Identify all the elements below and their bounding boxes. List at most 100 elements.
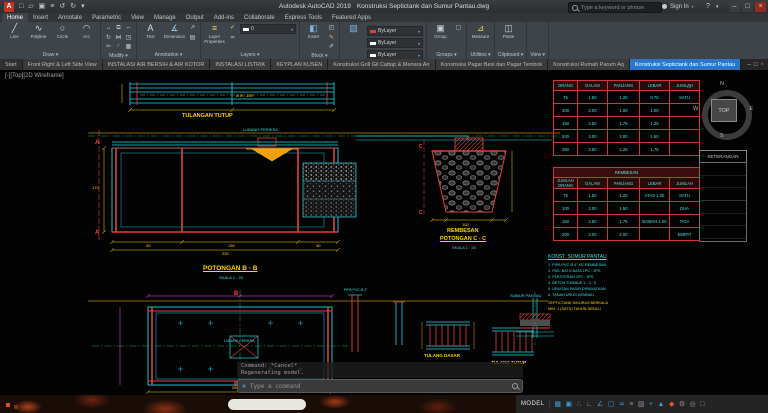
file-tab-keyplan-kusen[interactable]: KEYPLAN KUSEN: [271, 59, 328, 70]
file-tab-konstruksi-pagar-besi-dan-pagar-tembok[interactable]: Konstruksi Pagar Besi dan Pagar Tembok: [436, 59, 549, 70]
panel-label-clipboard[interactable]: Clipboard ▾: [498, 51, 523, 59]
tool-trim-icon[interactable]: ✂: [104, 43, 113, 52]
tool-match-properties[interactable]: ▧: [343, 23, 364, 34]
status-polar-icon[interactable]: ∠: [597, 401, 603, 408]
panel-label-annotation[interactable]: Annotation ▾: [140, 51, 197, 59]
status-lineweight-icon[interactable]: ≡: [629, 401, 633, 408]
panel-label-utilities[interactable]: Utilities ▾: [470, 51, 491, 59]
status-infer-icon[interactable]: ∴: [577, 401, 581, 408]
file-tab-instalasi-listrik[interactable]: INSTALASI LISTRIK: [210, 59, 271, 70]
status-annotation-icon[interactable]: ▲: [658, 401, 665, 408]
tool-text[interactable]: AText: [140, 23, 161, 39]
app-logo-icon[interactable]: A: [4, 2, 14, 12]
save-icon[interactable]: ▣: [39, 3, 46, 10]
tool-line[interactable]: ╱Line: [4, 23, 25, 39]
file-tab-front-right-left-side-view[interactable]: Front Right & Left Side View: [23, 59, 103, 70]
undo-icon[interactable]: ↺: [59, 3, 65, 10]
panel-label-block[interactable]: Block ▾: [303, 52, 336, 60]
ribbon-tab-express-tools[interactable]: Express Tools: [280, 13, 327, 22]
view-cube[interactable]: ⌂ TOP N S W E: [696, 82, 752, 138]
tool-leader-icon[interactable]: ↗: [188, 24, 197, 33]
open-file-icon[interactable]: ▱: [28, 3, 33, 10]
new-file-icon[interactable]: □: [19, 3, 23, 10]
tool-match-layer-icon[interactable]: ≍: [228, 34, 237, 43]
ribbon-tab-collaborate[interactable]: Collaborate: [239, 13, 280, 22]
tool-copy-icon[interactable]: ⧉: [114, 24, 123, 33]
minimize-button[interactable]: –: [729, 2, 740, 12]
ribbon-tab-manage[interactable]: Manage: [149, 13, 181, 22]
status-clean-screen-icon[interactable]: □: [700, 401, 704, 408]
panel-label-modify[interactable]: Modify ▾: [104, 52, 133, 60]
redo-icon[interactable]: ↻: [70, 3, 76, 10]
compass-south[interactable]: S: [720, 133, 724, 139]
status-osnap-icon[interactable]: ▢: [608, 401, 615, 408]
ribbon-tab-annotate[interactable]: Annotate: [53, 13, 87, 22]
file-tab-konstruksi-rumah-parum-aq[interactable]: Konstruksi Rumah Parum Aq: [548, 59, 630, 70]
drawing-close-icon[interactable]: ×: [760, 62, 764, 68]
apps-dropdown-icon[interactable]: ▾: [716, 4, 719, 10]
property-dropdown-2[interactable]: ByLayer▾: [367, 50, 423, 59]
tool-group[interactable]: ▣Group: [430, 23, 451, 39]
ribbon-tab-parametric[interactable]: Parametric: [87, 13, 126, 22]
tool-table-icon[interactable]: ▤: [188, 34, 197, 43]
compass-north[interactable]: N: [720, 81, 724, 87]
tool-move-icon[interactable]: ↔: [104, 24, 113, 33]
status-hardware-icon[interactable]: ◆: [669, 401, 674, 408]
property-dropdown-1[interactable]: ByLayer▾: [367, 38, 423, 48]
ribbon-tab-view[interactable]: View: [126, 13, 149, 22]
tool-make-current-icon[interactable]: ✔: [228, 24, 237, 33]
viewcube-top-face[interactable]: TOP: [711, 99, 737, 122]
tool-edit-attributes-icon[interactable]: ✐: [327, 43, 336, 52]
drawing-restore-icon[interactable]: □: [754, 62, 758, 68]
file-tab-konstruksi-grill-gil-cattap-menara-air[interactable]: Konstruksi Grill Gil Cattap & Menara Air: [328, 59, 435, 70]
drawing-minimize-icon[interactable]: –: [748, 62, 751, 68]
command-input[interactable]: » Type a command: [237, 379, 523, 393]
property-dropdown-0[interactable]: ByLayer▾: [367, 26, 423, 36]
tool-fillet-icon[interactable]: ◜: [114, 43, 123, 52]
file-tab-konstruksi-septictank-dan-sumur-pantau[interactable]: Konstruksi Septictank dan Sumur Pantau: [630, 59, 741, 70]
help-icon[interactable]: ?: [706, 3, 710, 10]
tool-measure[interactable]: ⊿Measure: [470, 23, 491, 39]
status-grid-icon[interactable]: ▦: [554, 401, 561, 408]
tool-dimension[interactable]: ∡Dimension: [164, 23, 185, 39]
tool-arc[interactable]: ◠Arc: [76, 23, 97, 39]
home-icon[interactable]: ⌂: [687, 83, 691, 90]
tool-mirror-icon[interactable]: ⋈: [114, 34, 123, 43]
panel-label-groups[interactable]: Groups ▾: [430, 51, 463, 59]
restore-button[interactable]: □: [742, 2, 753, 12]
layer-dropdown[interactable]: 0▾: [240, 24, 296, 34]
status-ortho-icon[interactable]: ∟: [586, 401, 593, 408]
tool-scale-icon[interactable]: ◳: [124, 34, 133, 43]
status-otrack-icon[interactable]: ≍: [619, 401, 625, 408]
close-button[interactable]: ×: [755, 2, 766, 12]
status-transparency-icon[interactable]: ▨: [638, 401, 645, 408]
tool-rotate-icon[interactable]: ↻: [104, 34, 113, 43]
status-dynamic-input-icon[interactable]: +: [649, 401, 653, 408]
help-search-input[interactable]: Type a keyword or phrase: [568, 2, 662, 13]
panel-label-view[interactable]: View ▾: [530, 51, 545, 59]
tool-paste[interactable]: ◫Paste: [498, 23, 519, 39]
ribbon-tab-home[interactable]: Home: [2, 13, 28, 22]
model-space-canvas[interactable]: [-][Top][2D Wireframe]: [0, 70, 768, 395]
plot-icon[interactable]: ≡: [50, 3, 54, 10]
tool-polyline[interactable]: ∿Polyline: [28, 23, 49, 39]
tool-edit-icon[interactable]: ✎: [327, 34, 336, 43]
status-workspace-icon[interactable]: ⚙: [679, 401, 685, 408]
panel-label-draw[interactable]: Draw ▾: [4, 51, 97, 59]
ribbon-tab-output[interactable]: Output: [181, 13, 209, 22]
tool-create-icon[interactable]: ◰: [327, 24, 336, 33]
panel-label-layers[interactable]: Layers ▾: [204, 51, 296, 59]
file-tab-instalasi-air-bersih-air-kotor[interactable]: INSTALASI AIR BERSIH & AIR KOTOR: [103, 59, 211, 70]
compass-east[interactable]: E: [749, 106, 753, 112]
quick-access-dropdown-icon[interactable]: ▾: [81, 3, 85, 10]
tool-circle[interactable]: ○Circle: [52, 23, 73, 39]
sign-in-button[interactable]: Sign In ▾: [662, 0, 694, 13]
status-isolate-icon[interactable]: ◎: [690, 401, 696, 408]
tool-stretch-icon[interactable]: ⇔: [124, 24, 133, 33]
status-snap-icon[interactable]: ▣: [565, 401, 572, 408]
tool-array-icon[interactable]: ▦: [124, 43, 133, 52]
compass-west[interactable]: W: [693, 106, 698, 112]
ribbon-tab-add-ins[interactable]: Add-ins: [209, 13, 239, 22]
tool-insert[interactable]: ◧Insert: [303, 23, 324, 39]
ribbon-tab-insert[interactable]: Insert: [28, 13, 53, 22]
